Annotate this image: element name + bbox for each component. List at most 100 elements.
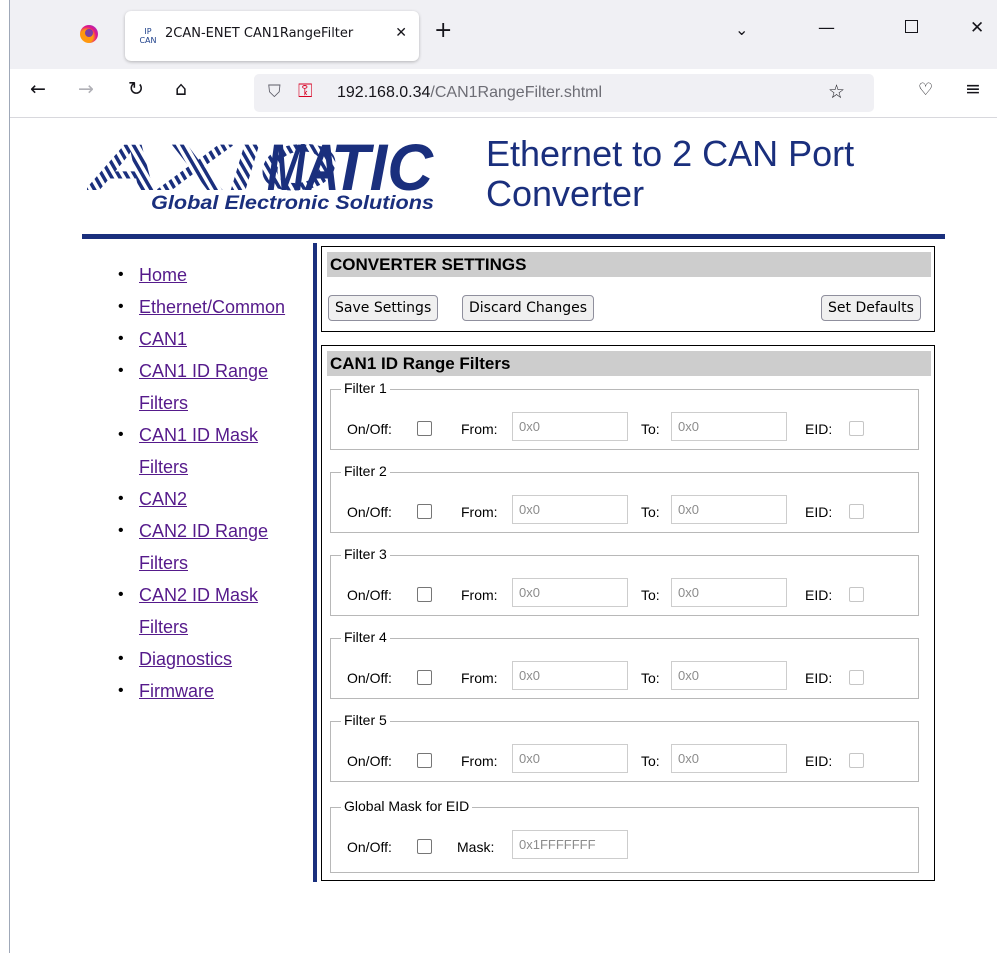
global-mask-legend: Global Mask for EID — [341, 798, 473, 814]
from-label: From: — [461, 587, 498, 603]
onoff-label: On/Off: — [347, 839, 392, 855]
firefox-icon[interactable] — [80, 25, 98, 43]
home-icon[interactable]: ⌂ — [175, 78, 187, 100]
from-input[interactable]: 0x0 — [512, 578, 628, 607]
to-label: To: — [641, 753, 660, 769]
site-favicon-icon: IP CAN — [139, 27, 157, 45]
eid-label: EID: — [805, 753, 833, 769]
filter-3-group: Filter 3 On/Off: From: 0x0 To: 0x0 EID: — [330, 546, 919, 616]
insecure-lock-icon[interactable]: ⚿ — [298, 80, 312, 102]
menu-icon[interactable]: ≡ — [965, 78, 981, 100]
onoff-label: On/Off: — [347, 421, 392, 437]
filter-legend: Filter 2 — [341, 463, 390, 479]
global-mask-onoff-checkbox[interactable] — [417, 839, 432, 854]
to-label: To: — [641, 504, 660, 520]
eid-checkbox[interactable] — [849, 670, 864, 685]
from-input[interactable]: 0x0 — [512, 661, 628, 690]
eid-checkbox[interactable] — [849, 504, 864, 519]
filter-legend: Filter 1 — [341, 380, 390, 396]
tab-title: 2CAN-ENET CAN1RangeFilter — [165, 26, 354, 41]
star-icon[interactable]: ☆ — [828, 81, 845, 103]
sidebar-item-can2: CAN2 — [118, 483, 310, 515]
can1-link[interactable]: CAN1 — [139, 329, 187, 349]
reload-icon[interactable]: ↻ — [128, 78, 144, 100]
filter-onoff-checkbox[interactable] — [417, 670, 432, 685]
sidebar-item-can1: CAN1 — [118, 323, 310, 355]
to-input[interactable]: 0x0 — [671, 661, 787, 690]
filter-onoff-checkbox[interactable] — [417, 587, 432, 602]
firmware-link[interactable]: Firmware — [139, 681, 214, 701]
can2-mask-filters-link[interactable]: CAN2 ID Mask Filters — [139, 585, 258, 637]
pocket-icon[interactable]: ♡ — [918, 80, 933, 100]
forward-icon[interactable]: → — [78, 78, 94, 100]
plus-icon[interactable]: + — [434, 20, 452, 42]
to-input[interactable]: 0x0 — [671, 495, 787, 524]
filter-4-group: Filter 4 On/Off: From: 0x0 To: 0x0 EID: — [330, 629, 919, 699]
range-filters-heading: CAN1 ID Range Filters — [327, 351, 931, 376]
filter-onoff-checkbox[interactable] — [417, 753, 432, 768]
page-title: Ethernet to 2 CAN Port Converter — [486, 133, 855, 214]
window-left-edge — [0, 0, 10, 953]
close-window-icon[interactable]: ✕ — [970, 18, 984, 38]
sidebar-item-home: Home — [118, 259, 310, 291]
filter-onoff-checkbox[interactable] — [417, 421, 432, 436]
shield-icon[interactable]: ⛉ — [268, 82, 281, 102]
eid-checkbox[interactable] — [849, 421, 864, 436]
maximize-icon[interactable] — [905, 20, 918, 33]
can1-range-filters-link[interactable]: CAN1 ID Range Filters — [139, 361, 268, 413]
from-input[interactable]: 0x0 — [512, 495, 628, 524]
filter-onoff-checkbox[interactable] — [417, 504, 432, 519]
browser-tab-bar: IP CAN 2CAN-ENET CAN1RangeFilter ✕ + ⌄ —… — [0, 0, 997, 70]
sidebar-item-diagnostics: Diagnostics — [118, 643, 310, 675]
browser-nav-bar: ← → ↻ ⌂ ⛉ ⚿ 192.168.0.34/CAN1RangeFilter… — [0, 69, 997, 118]
from-input[interactable]: 0x0 — [512, 744, 628, 773]
mask-input[interactable]: 0x1FFFFFFF — [512, 830, 628, 859]
sidebar-divider — [313, 243, 317, 882]
from-label: From: — [461, 504, 498, 520]
eid-label: EID: — [805, 587, 833, 603]
can2-range-filters-link[interactable]: CAN2 ID Range Filters — [139, 521, 268, 573]
close-icon[interactable]: ✕ — [395, 25, 407, 41]
eid-checkbox[interactable] — [849, 753, 864, 768]
diagnostics-link[interactable]: Diagnostics — [139, 649, 232, 669]
set-defaults-button[interactable]: Set Defaults — [821, 295, 921, 321]
filter-legend: Filter 3 — [341, 546, 390, 562]
sidebar-item-can1-mask: CAN1 ID Mask Filters — [118, 419, 310, 483]
to-input[interactable]: 0x0 — [671, 412, 787, 441]
converter-settings-panel: CONVERTER SETTINGS Save Settings Discard… — [321, 246, 935, 332]
range-filters-panel: CAN1 ID Range Filters Filter 1 On/Off: F… — [321, 345, 935, 881]
url-bar[interactable]: ⛉ ⚿ 192.168.0.34/CAN1RangeFilter.shtml ☆ — [254, 74, 874, 112]
filter-1-group: Filter 1 On/Off: From: 0x0 To: 0x0 EID: — [330, 380, 919, 450]
ethernet-common-link[interactable]: Ethernet/Common — [139, 297, 285, 317]
url-text[interactable]: 192.168.0.34/CAN1RangeFilter.shtml — [337, 84, 602, 102]
url-host: 192.168.0.34 — [337, 84, 431, 101]
filter-legend: Filter 5 — [341, 712, 390, 728]
chevron-down-icon[interactable]: ⌄ — [735, 20, 748, 39]
to-input[interactable]: 0x0 — [671, 578, 787, 607]
discard-changes-button[interactable]: Discard Changes — [462, 295, 594, 321]
from-input[interactable]: 0x0 — [512, 412, 628, 441]
onoff-label: On/Off: — [347, 587, 392, 603]
save-settings-button[interactable]: Save Settings — [328, 295, 439, 321]
to-label: To: — [641, 421, 660, 437]
filter-legend: Filter 4 — [341, 629, 390, 645]
from-label: From: — [461, 421, 498, 437]
converter-settings-heading: CONVERTER SETTINGS — [327, 252, 931, 277]
sidebar-item-can2-mask: CAN2 ID Mask Filters — [118, 579, 310, 643]
from-label: From: — [461, 670, 498, 686]
axiomatic-logo: AXIO TIC MA Global Electronic Solutions — [87, 138, 434, 214]
onoff-label: On/Off: — [347, 753, 392, 769]
onoff-label: On/Off: — [347, 504, 392, 520]
can2-link[interactable]: CAN2 — [139, 489, 187, 509]
home-link[interactable]: Home — [139, 265, 187, 285]
minimize-icon[interactable]: — — [818, 18, 835, 38]
to-label: To: — [641, 587, 660, 603]
url-path: /CAN1RangeFilter.shtml — [430, 84, 603, 101]
to-input[interactable]: 0x0 — [671, 744, 787, 773]
browser-tab[interactable]: IP CAN 2CAN-ENET CAN1RangeFilter ✕ — [125, 11, 419, 61]
eid-checkbox[interactable] — [849, 587, 864, 602]
svg-text:Global Electronic Solutions: Global Electronic Solutions — [151, 193, 434, 214]
from-label: From: — [461, 753, 498, 769]
back-icon[interactable]: ← — [30, 78, 46, 100]
can1-mask-filters-link[interactable]: CAN1 ID Mask Filters — [139, 425, 258, 477]
